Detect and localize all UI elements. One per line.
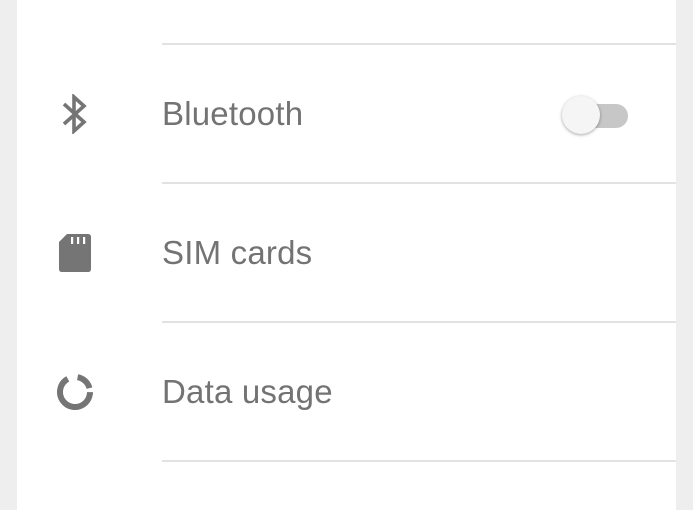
settings-item-sim-cards[interactable]: SIM cards (17, 184, 676, 321)
settings-screen: Bluetooth SIM cards Data usage (0, 0, 693, 510)
settings-item-label: Bluetooth (162, 94, 304, 132)
divider (162, 460, 676, 462)
toggle-thumb (562, 95, 600, 134)
bluetooth-icon (55, 93, 95, 134)
sim-card-icon (55, 233, 95, 273)
data-usage-icon (55, 372, 95, 412)
settings-item-label: SIM cards (162, 233, 313, 271)
settings-list: Bluetooth SIM cards Data usage (17, 0, 676, 510)
bluetooth-toggle[interactable] (562, 94, 628, 134)
settings-item-bluetooth[interactable]: Bluetooth (17, 45, 676, 182)
settings-item-data-usage[interactable]: Data usage (17, 323, 676, 460)
settings-item-label: Data usage (162, 372, 333, 410)
